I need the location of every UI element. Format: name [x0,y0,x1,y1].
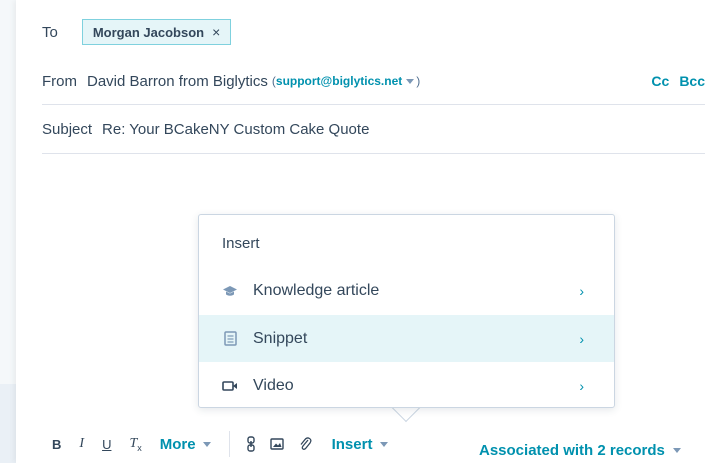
image-icon [269,438,284,450]
menu-item-label: Knowledge article [253,281,380,299]
document-icon [222,331,238,347]
bcc-link[interactable]: Bcc [679,73,705,89]
formatting-toolbar: B I U Tx More Insert [52,430,390,458]
cc-link[interactable]: Cc [651,73,669,89]
chevron-down-icon [380,441,389,447]
chevron-right-icon: › [579,377,584,394]
more-label: More [159,435,196,453]
menu-item-snippet[interactable]: Snippet › [199,315,614,362]
from-selector[interactable]: David Barron from Biglytics ( support@bi… [87,73,420,90]
underline-button[interactable]: U [102,437,111,452]
from-email: support@biglytics.net [275,74,403,88]
clear-formatting-button[interactable]: Tx [129,435,141,453]
bold-button[interactable]: B [52,437,61,452]
to-label: To [42,23,58,41]
video-icon [222,378,238,394]
chevron-right-icon: › [579,282,584,299]
subject-label: Subject [42,121,93,138]
associated-records-button[interactable]: Associated with 2 records [479,442,683,459]
chevron-down-icon [672,448,681,453]
image-button[interactable] [269,438,284,450]
menu-item-label: Snippet [253,329,308,347]
background-strip [0,384,16,463]
link-icon [246,436,255,452]
associated-records-label: Associated with 2 records [479,442,665,459]
more-button[interactable]: More [160,436,213,453]
chevron-down-icon [202,441,211,447]
insert-label: Insert [331,435,373,453]
graduation-cap-icon [222,283,238,299]
menu-item-knowledge-article[interactable]: Knowledge article › [199,267,614,314]
to-row: To Morgan Jacobson × [42,10,705,54]
italic-button[interactable]: I [79,436,84,452]
from-row: From David Barron from Biglytics ( suppo… [42,58,705,105]
paperclip-icon [300,437,312,450]
toolbar-divider [228,431,230,457]
recipient-name: Morgan Jacobson [92,24,205,40]
recipient-chip[interactable]: Morgan Jacobson × [81,19,232,45]
from-label: From [42,72,77,90]
attachment-button[interactable] [298,436,312,452]
from-paren-close: ) [416,74,421,88]
insert-dropdown-title: Insert [222,235,260,252]
link-button[interactable] [246,436,256,452]
subject-row: Subject Re: Your BCakeNY Custom Cake Quo… [42,106,705,154]
from-sender: David Barron from Biglytics [87,72,268,90]
subject-input[interactable]: Re: Your BCakeNY Custom Cake Quote [102,121,369,138]
cc-bcc-links: Cc Bcc [651,73,705,89]
clear-formatting-icon: T [129,436,138,451]
remove-recipient-icon[interactable]: × [212,24,220,40]
clear-formatting-subscript: x [137,443,142,453]
menu-item-video[interactable]: Video › [199,362,614,409]
insert-button[interactable]: Insert [332,436,391,453]
menu-item-label: Video [253,376,294,394]
chevron-right-icon: › [579,330,584,347]
chevron-down-icon [406,78,415,84]
insert-dropdown: Insert Knowledge article › Snippet › Vid… [198,214,615,408]
